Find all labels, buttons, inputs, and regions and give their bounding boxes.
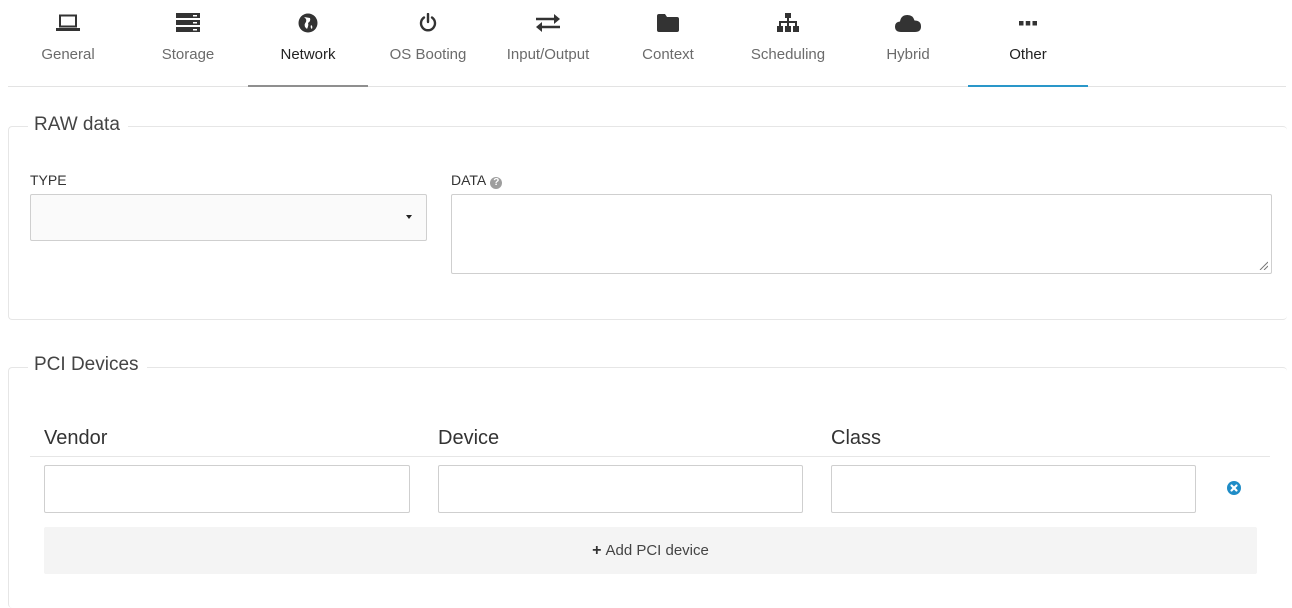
exchange-icon	[488, 12, 608, 34]
cloud-icon	[848, 12, 968, 34]
table-header-divider	[30, 456, 1270, 457]
class-input[interactable]	[831, 465, 1196, 513]
type-select[interactable]	[30, 194, 427, 241]
add-pci-device-label: Add PCI device	[605, 542, 709, 559]
tab-os-booting[interactable]: OS Booting	[368, 0, 488, 86]
pci-devices-legend: PCI Devices	[28, 354, 147, 376]
data-label: DATA?	[451, 172, 503, 189]
tab-storage[interactable]: Storage	[128, 0, 248, 86]
device-input[interactable]	[438, 465, 803, 513]
tab-label: Hybrid	[886, 46, 930, 63]
tab-label: Storage	[161, 46, 215, 63]
plus-icon: +	[592, 541, 602, 559]
column-header-vendor: Vendor	[44, 427, 108, 449]
power-icon	[368, 12, 488, 34]
sitemap-icon	[728, 12, 848, 34]
help-icon[interactable]: ?	[490, 177, 503, 189]
tab-underline	[248, 85, 368, 87]
data-textarea[interactable]	[451, 194, 1272, 274]
tab-bar: General Storage Network OS Booting Input…	[8, 0, 1286, 87]
tab-label: OS Booting	[389, 46, 467, 63]
remove-row-icon[interactable]	[1227, 481, 1241, 495]
type-label: TYPE	[30, 172, 67, 188]
tab-general[interactable]: General	[8, 0, 128, 86]
globe-icon	[248, 12, 368, 34]
chevron-down-icon	[406, 215, 412, 219]
laptop-icon	[8, 12, 128, 34]
server-icon	[128, 12, 248, 34]
column-header-device: Device	[438, 427, 500, 449]
tab-label: Scheduling	[750, 46, 826, 63]
data-label-text: DATA	[451, 172, 487, 188]
vendor-input[interactable]	[44, 465, 410, 513]
tab-other[interactable]: Other	[968, 0, 1088, 87]
tab-hybrid[interactable]: Hybrid	[848, 0, 968, 86]
tab-label: General	[41, 46, 95, 63]
tab-network[interactable]: Network	[248, 0, 368, 87]
column-header-class: Class	[831, 427, 882, 449]
tab-label: Other	[1009, 46, 1047, 63]
tab-label: Input/Output	[506, 46, 590, 63]
tab-scheduling[interactable]: Scheduling	[728, 0, 848, 86]
tab-context[interactable]: Context	[608, 0, 728, 86]
add-pci-device-button[interactable]: + Add PCI device	[44, 527, 1257, 574]
ellipsis-icon	[968, 12, 1088, 34]
tab-underline	[968, 85, 1088, 87]
raw-data-legend: RAW data	[28, 114, 128, 136]
tab-input-output[interactable]: Input/Output	[488, 0, 608, 86]
resize-grip-icon[interactable]	[1259, 261, 1268, 270]
tab-label: Network	[280, 46, 336, 63]
tab-label: Context	[642, 46, 694, 63]
folder-icon	[608, 12, 728, 34]
